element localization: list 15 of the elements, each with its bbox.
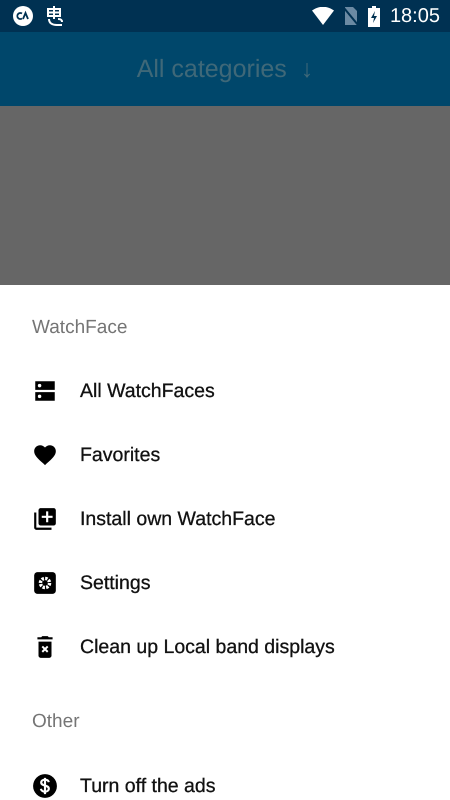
menu-item[interactable]: Clean up Local band displays (80, 636, 335, 658)
section-header: WatchFace (31, 316, 128, 340)
menu-item[interactable]: Turn off the ads (80, 774, 216, 798)
app-logo-icon (12, 5, 34, 27)
settings-icon (32, 570, 58, 596)
clock-time: 18:05 (390, 4, 440, 28)
battery-charging-icon (368, 6, 380, 26)
no-sim-icon (344, 6, 358, 26)
section-header: Other (31, 710, 81, 734)
add-to-library-icon (32, 506, 58, 532)
menu-item[interactable]: All WatchFaces (80, 380, 215, 402)
menu-item[interactable]: Favorites (80, 444, 160, 466)
menu-item[interactable]: Settings (80, 572, 150, 594)
menu-item[interactable]: Install own WatchFace (80, 508, 276, 530)
wifi-icon (312, 7, 334, 25)
